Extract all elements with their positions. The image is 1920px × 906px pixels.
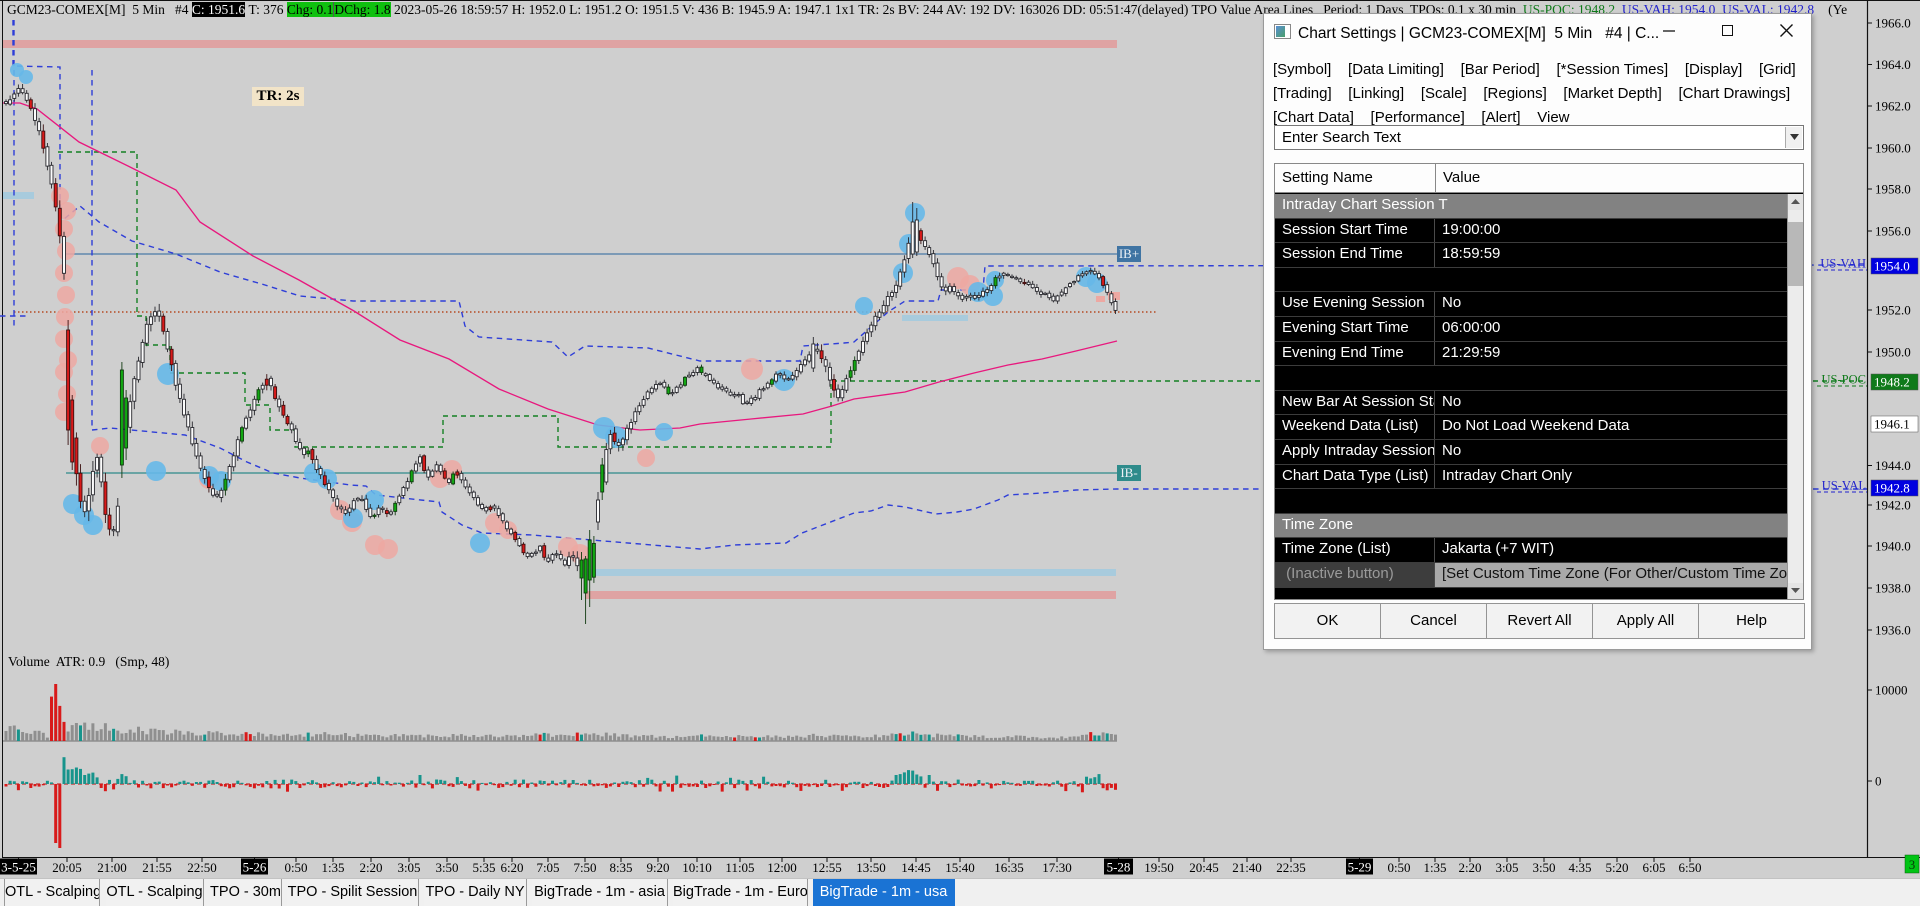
svg-text:5-29: 5-29 xyxy=(1348,860,1372,875)
svg-text:19:50: 19:50 xyxy=(1144,860,1174,875)
svg-text:US-POC: US-POC xyxy=(1822,373,1866,387)
svg-text:10:10: 10:10 xyxy=(682,860,712,875)
svg-text:15:40: 15:40 xyxy=(945,860,975,875)
svg-text:16:35: 16:35 xyxy=(994,860,1024,875)
svg-text:1956.0: 1956.0 xyxy=(1875,224,1911,239)
svg-text:IB+: IB+ xyxy=(1119,246,1139,261)
svg-text:0:50: 0:50 xyxy=(284,860,307,875)
svg-text:3:50: 3:50 xyxy=(435,860,458,875)
svg-text:1944.0: 1944.0 xyxy=(1875,458,1911,473)
svg-text:1952.0: 1952.0 xyxy=(1875,303,1911,318)
svg-text:21:00: 21:00 xyxy=(97,860,127,875)
svg-text:9:20: 9:20 xyxy=(646,860,669,875)
svg-text:6:20: 6:20 xyxy=(500,860,523,875)
svg-text:5:20: 5:20 xyxy=(1605,860,1628,875)
svg-text:IB-: IB- xyxy=(1120,465,1137,480)
svg-text:8:35: 8:35 xyxy=(609,860,632,875)
svg-text:US-VAL: US-VAL xyxy=(1822,479,1866,493)
svg-text:7:05: 7:05 xyxy=(536,860,559,875)
svg-text:10000: 10000 xyxy=(1875,683,1908,698)
svg-text:1948.2: 1948.2 xyxy=(1874,375,1910,390)
svg-text:21:40: 21:40 xyxy=(1232,860,1262,875)
svg-text:5-26: 5-26 xyxy=(243,860,267,875)
svg-text:3:05: 3:05 xyxy=(1495,860,1518,875)
svg-text:20:45: 20:45 xyxy=(1189,860,1219,875)
svg-text:11:05: 11:05 xyxy=(725,860,754,875)
svg-text:3: 3 xyxy=(1909,857,1916,872)
svg-text:20:05: 20:05 xyxy=(52,860,82,875)
svg-text:0: 0 xyxy=(1875,774,1882,789)
svg-text:2:20: 2:20 xyxy=(1458,860,1481,875)
svg-text:1960.0: 1960.0 xyxy=(1875,141,1911,156)
svg-text:1938.0: 1938.0 xyxy=(1875,581,1911,596)
svg-text:6:50: 6:50 xyxy=(1678,860,1701,875)
svg-text:US-VAH: US-VAH xyxy=(1820,257,1866,271)
svg-text:7:50: 7:50 xyxy=(573,860,596,875)
svg-text:2:20: 2:20 xyxy=(359,860,382,875)
svg-text:Volume ATR: 0.9 (Smp, 48): Volume ATR: 0.9 (Smp, 48) xyxy=(8,654,169,669)
svg-text:12:00: 12:00 xyxy=(767,860,797,875)
svg-text:17:30: 17:30 xyxy=(1042,860,1072,875)
svg-text:1966.0: 1966.0 xyxy=(1875,16,1911,31)
svg-text:14:45: 14:45 xyxy=(901,860,931,875)
svg-text:1954.0: 1954.0 xyxy=(1874,259,1910,274)
svg-text:1942.8: 1942.8 xyxy=(1874,481,1910,496)
svg-text:5-28: 5-28 xyxy=(1107,860,1131,875)
svg-text:1962.0: 1962.0 xyxy=(1875,99,1911,114)
svg-text:1:35: 1:35 xyxy=(1423,860,1446,875)
svg-text:13:50: 13:50 xyxy=(856,860,886,875)
svg-text:22:35: 22:35 xyxy=(1276,860,1306,875)
svg-text:0:50: 0:50 xyxy=(1387,860,1410,875)
svg-text:1936.0: 1936.0 xyxy=(1875,623,1911,638)
svg-text:1946.1: 1946.1 xyxy=(1874,417,1910,432)
svg-text:3:50: 3:50 xyxy=(1532,860,1555,875)
svg-text:1940.0: 1940.0 xyxy=(1875,539,1911,554)
svg-text:1:35: 1:35 xyxy=(321,860,344,875)
svg-text:5:35: 5:35 xyxy=(472,860,495,875)
svg-text:3-5-25: 3-5-25 xyxy=(1,860,36,875)
svg-text:6:05: 6:05 xyxy=(1642,860,1665,875)
svg-text:22:50: 22:50 xyxy=(187,860,217,875)
svg-text:1958.0: 1958.0 xyxy=(1875,182,1911,197)
svg-text:1942.0: 1942.0 xyxy=(1875,498,1911,513)
svg-text:3:05: 3:05 xyxy=(397,860,420,875)
svg-text:12:55: 12:55 xyxy=(812,860,842,875)
svg-text:1964.0: 1964.0 xyxy=(1875,57,1911,72)
svg-text:21:55: 21:55 xyxy=(142,860,172,875)
svg-text:1950.0: 1950.0 xyxy=(1875,345,1911,360)
svg-text:4:35: 4:35 xyxy=(1568,860,1591,875)
